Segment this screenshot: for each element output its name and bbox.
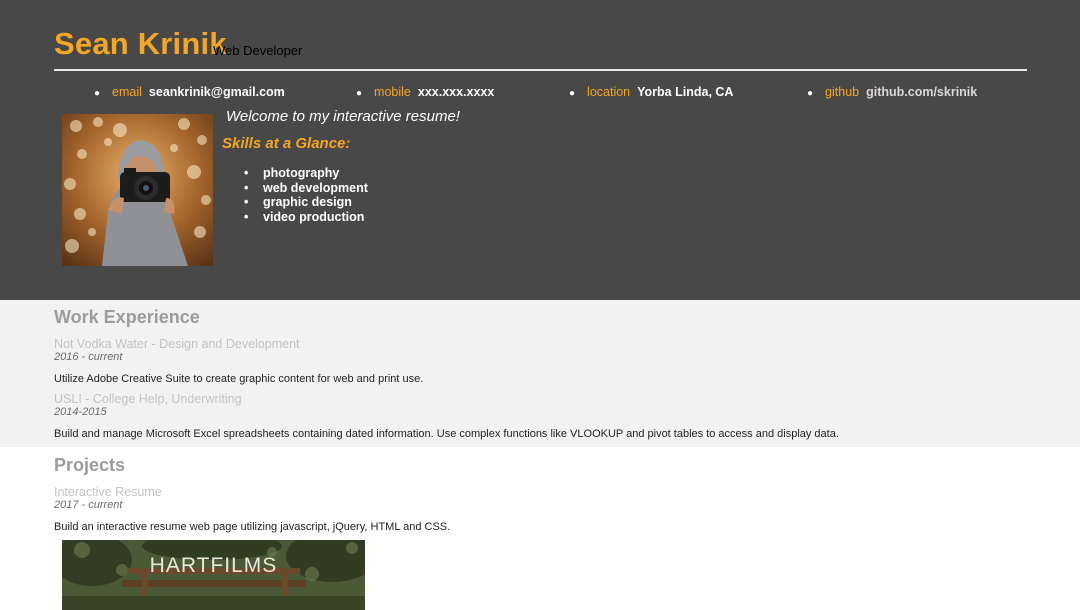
welcome-text: Welcome to my interactive resume! [226,108,460,125]
job-description: Utilize Adobe Creative Suite to create g… [54,373,424,385]
work-experience-heading: Work Experience [54,307,200,327]
skill-item: video production [244,210,368,225]
skills-heading: Skills at a Glance: [222,135,351,152]
contact-value[interactable]: xxx.xxx.xxxx [418,85,494,99]
contact-value[interactable]: seankrinik@gmail.com [149,85,285,99]
bullet-icon: ● [807,88,814,99]
contact-label: location [587,85,631,99]
contact-label: mobile [374,85,411,99]
bullet-icon: ● [94,88,101,99]
job-description: Build and manage Microsoft Excel spreads… [54,428,839,440]
job-dates: 2014-2015 [54,406,107,418]
skill-item: web development [244,181,368,196]
skills-list: photography web development graphic desi… [244,166,368,224]
bullet-icon: ● [356,88,363,99]
contact-github[interactable]: ● github github.com/skrinik [807,84,977,102]
work-experience-section: Work Experience Not Vodka Water - Design… [0,300,1080,447]
bullet-icon: ● [569,88,576,99]
skill-item: photography [244,166,368,181]
contact-label: github [825,85,860,99]
name-heading: Sean Krinik [54,26,227,61]
project-description: Build an interactive resume web page uti… [54,521,451,533]
projects-section: Projects Interactive Resume 2017 - curre… [0,447,1080,610]
role-title: Web Developer [213,43,303,58]
project-logo-text: HARTFILMS [149,554,278,577]
projects-heading: Projects [54,455,126,475]
header: Sean Krinik Web Developer ● email seankrin… [0,0,1080,300]
profile-photo [62,114,213,266]
project-image[interactable]: HARTFILMS [62,540,365,610]
contact-label: email [112,85,142,99]
contact-mobile[interactable]: ● mobile xxx.xxx.xxxx [356,84,494,102]
project-title[interactable]: Interactive Resume [54,485,162,499]
contact-value[interactable]: github.com/skrinik [866,85,977,99]
contact-email[interactable]: ● email seankrinik@gmail.com [94,84,285,102]
job-employer[interactable]: USLI - College Help, Underwriting [54,392,242,406]
contacts-list: ● email seankrinik@gmail.com ● mobile xxx.xx… [0,84,1080,100]
job-dates: 2016 - current [54,351,123,363]
job-employer[interactable]: Not Vodka Water - Design and Development [54,337,300,351]
contact-value[interactable]: Yorba Linda, CA [637,85,733,99]
header-divider [54,69,1027,71]
contact-location[interactable]: ● location Yorba Linda, CA [569,84,733,102]
project-dates: 2017 - current [54,499,123,511]
skill-item: graphic design [244,195,368,210]
